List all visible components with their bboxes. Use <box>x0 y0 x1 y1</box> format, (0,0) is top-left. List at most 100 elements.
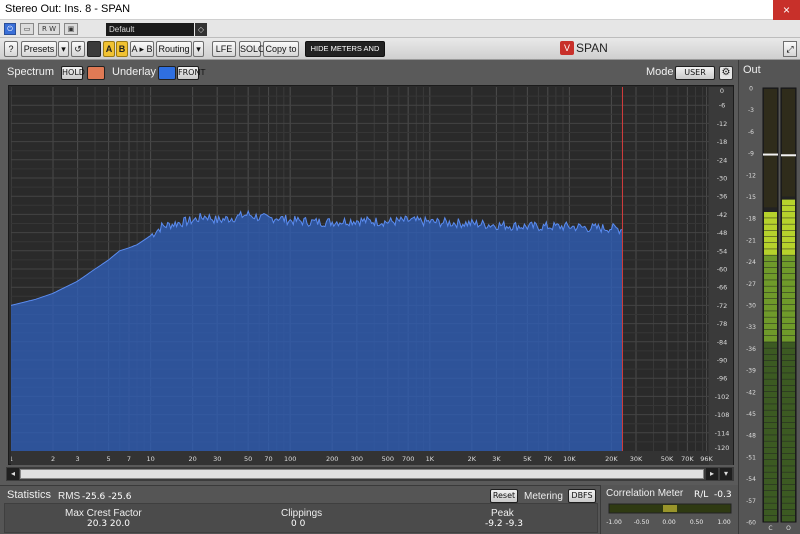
meter-scale-label: -3 <box>748 107 754 114</box>
meter-segment <box>782 317 795 324</box>
meter-segment <box>764 354 777 361</box>
underlay-color-swatch[interactable] <box>158 66 176 80</box>
hold-button[interactable]: HOLD <box>61 66 85 80</box>
meter-segment <box>764 373 777 379</box>
lfe-button[interactable]: LFE <box>212 41 236 57</box>
meter-segment <box>782 348 795 355</box>
meter-segment <box>782 410 795 417</box>
y-tick-label: -54 <box>717 247 728 255</box>
compare-icon[interactable]: ▣ <box>64 23 78 35</box>
meter-segment <box>764 478 777 485</box>
meter-segment <box>782 373 795 379</box>
meter-segment <box>782 472 795 479</box>
mode-select[interactable]: USER <box>675 66 715 80</box>
meter-peak-marker <box>763 153 778 156</box>
meter-scale-label: -33 <box>746 324 756 331</box>
preset-b-button[interactable]: B <box>116 41 128 57</box>
meter-segment <box>764 224 777 231</box>
routing-button[interactable]: Routing <box>156 41 192 57</box>
presets-dropdown-icon[interactable]: ▾ <box>58 41 69 57</box>
preset-a-button[interactable]: A <box>103 41 115 57</box>
y-tick-label: -66 <box>717 284 728 292</box>
meter-segment <box>782 429 795 435</box>
correlation-bar <box>665 505 667 512</box>
a-to-b-button[interactable]: A ▸ B <box>130 41 154 57</box>
hide-meters-button[interactable]: HIDE METERS AND STATS <box>305 41 385 67</box>
meter-segment <box>764 236 777 243</box>
meter-segment <box>782 249 795 255</box>
correlation-bar <box>669 505 671 512</box>
meter-segment <box>782 478 795 485</box>
help-button[interactable]: ? <box>4 41 18 57</box>
correlation-bar <box>675 505 677 512</box>
meter-scale-label: -39 <box>746 368 756 375</box>
meter-scale-label: -30 <box>746 303 756 310</box>
redo-icon[interactable] <box>87 41 101 57</box>
meter-segment <box>764 416 777 423</box>
rms-label: RMS <box>58 491 81 502</box>
meter-segment <box>764 391 777 398</box>
y-tick-label: -30 <box>717 175 728 183</box>
scroll-track[interactable] <box>20 469 704 479</box>
scroll-right-icon[interactable]: ▸ <box>706 468 718 480</box>
x-tick-label: 50K <box>661 455 674 463</box>
meter-scale-label: -24 <box>746 259 756 266</box>
meter-segment <box>782 212 795 218</box>
routing-dropdown-icon[interactable]: ▾ <box>193 41 204 57</box>
undo-icon[interactable]: ↺ <box>71 41 85 57</box>
solo-button[interactable]: SOLO <box>239 41 265 57</box>
meter-segment <box>764 497 777 503</box>
window-titlebar: Stereo Out: Ins. 8 - SPAN × <box>0 0 800 20</box>
meter-segment <box>764 466 777 472</box>
close-button[interactable]: × <box>773 0 800 20</box>
x-tick-label: 96K <box>700 455 713 463</box>
spectrum-plot[interactable]: 0 -6 -12 -18 -24 -30 -36 -42 -48 -54 -60 -66 -72 -78 -… <box>11 87 733 465</box>
meter-segment <box>782 515 795 522</box>
meter-scale-label: -12 <box>746 172 756 179</box>
x-tick-label: 5 <box>107 455 111 463</box>
read-write-button[interactable]: R W <box>38 23 60 35</box>
reset-button[interactable]: Reset <box>490 489 518 503</box>
y-tick-label: -78 <box>717 320 728 328</box>
meter-scale-label: -51 <box>746 454 756 461</box>
voxengo-logo-icon: V <box>560 41 574 55</box>
zoom-icon[interactable]: ▾ <box>720 468 732 480</box>
statistics-label: Statistics <box>7 489 52 501</box>
meter-segment <box>764 404 777 410</box>
presets-button[interactable]: Presets <box>21 41 57 57</box>
hold-color-swatch[interactable] <box>87 66 105 80</box>
y-tick-label: -18 <box>717 138 728 146</box>
meter-segment <box>782 391 795 398</box>
meter-segment <box>764 398 777 404</box>
maximize-icon[interactable]: ⤢ <box>783 41 797 57</box>
meter-segment <box>782 329 795 336</box>
meter-segment <box>764 503 777 510</box>
y-tick-label: -72 <box>717 302 728 310</box>
front-button[interactable]: FRONT <box>177 66 205 80</box>
gear-icon[interactable]: ⚙ <box>719 66 733 80</box>
meter-segment <box>764 261 777 268</box>
meter-segment <box>764 509 777 516</box>
preset-menu-icon[interactable]: ◇ <box>195 23 207 36</box>
bypass-icon[interactable]: ▭ <box>20 23 34 35</box>
meter-segment <box>764 410 777 417</box>
correlation-meter: -1.00 -0.50 0.00 0.50 1.00 <box>606 503 732 526</box>
x-tick-label: 500 <box>382 455 394 463</box>
meter-segment <box>782 305 795 311</box>
correlation-bar <box>673 505 675 512</box>
meter-segment <box>782 360 795 367</box>
host-preset-field[interactable]: Default <box>106 23 194 36</box>
metering-label: Metering <box>524 491 563 502</box>
meter-segment <box>782 503 795 510</box>
meter-segment <box>764 305 777 311</box>
meter-segment <box>764 379 777 386</box>
meter-segment <box>764 348 777 355</box>
scroll-left-icon[interactable]: ◂ <box>7 468 19 480</box>
meter-segment <box>782 385 795 392</box>
metering-select[interactable]: DBFS <box>568 489 596 503</box>
copy-to-button[interactable]: Copy to <box>263 41 299 57</box>
host-strip: ⏻ ▭ R W ▣ Default ◇ <box>0 20 800 38</box>
max-crest-values: 20.3 20.0 <box>87 519 130 529</box>
power-icon[interactable]: ⏻ <box>4 23 16 35</box>
correlation-scale-label: -0.50 <box>634 519 650 526</box>
